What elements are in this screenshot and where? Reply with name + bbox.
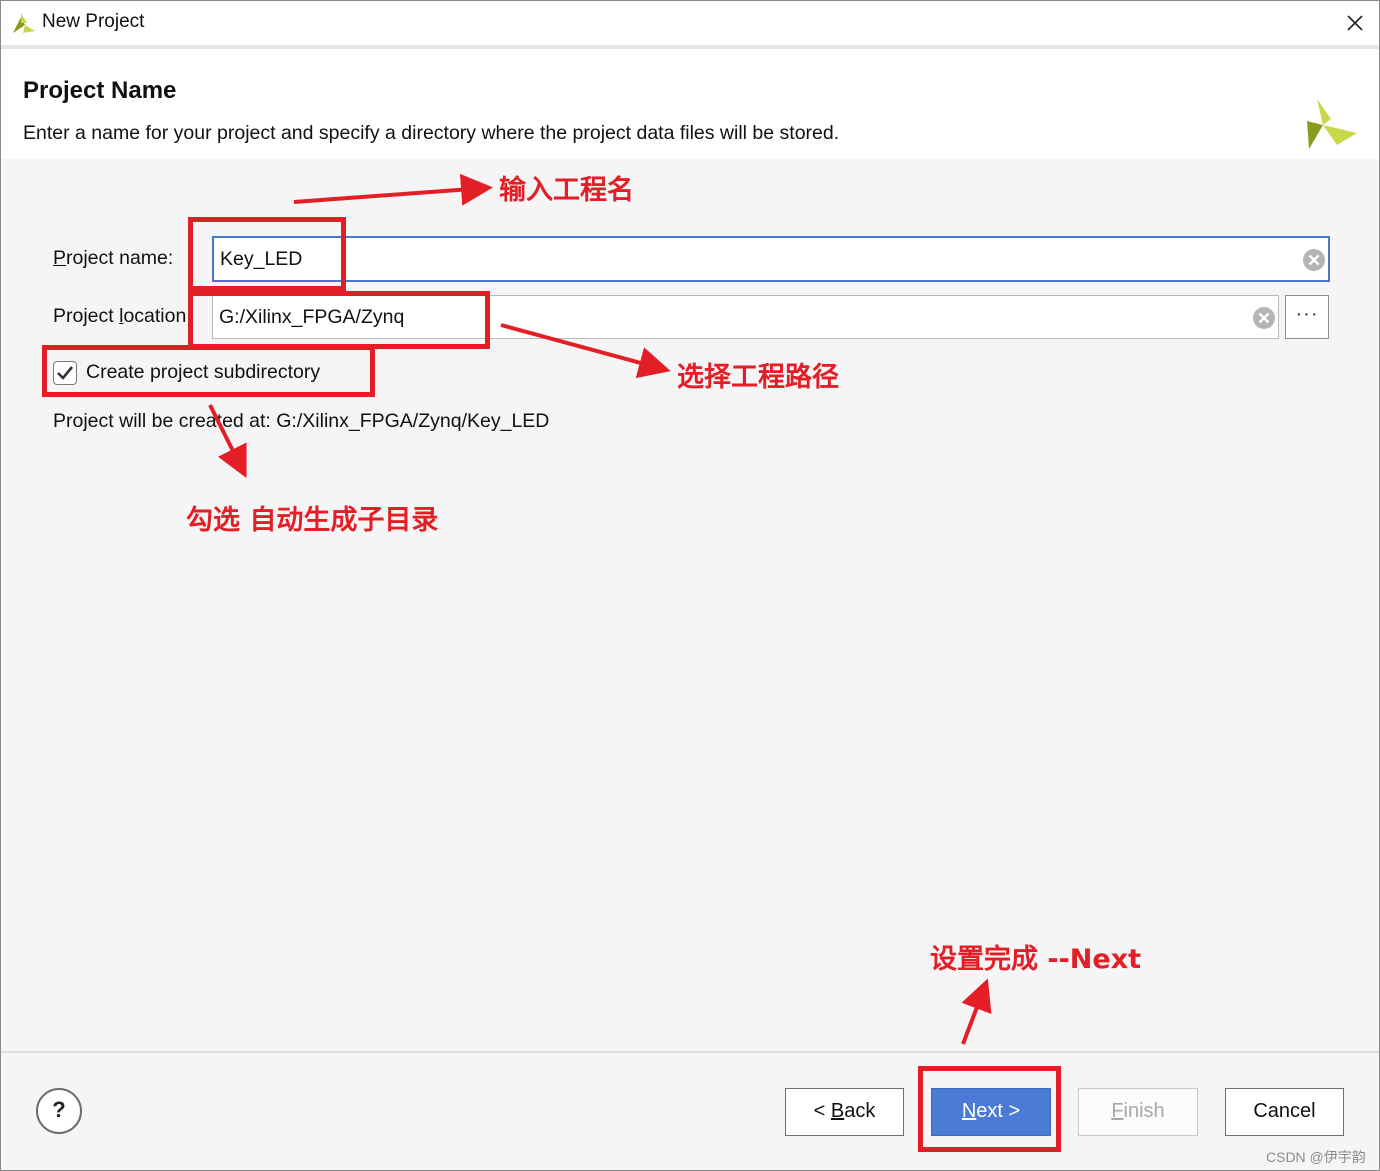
annotation-subdir-note: 勾选 自动生成子目录 — [186, 505, 439, 536]
watermark: CSDN @伊宇韵 — [1266, 1149, 1366, 1165]
arrow-to-next-button — [961, 978, 992, 1045]
arrow-to-name-note — [293, 173, 493, 206]
annotation-name-note: 输入工程名 — [499, 175, 634, 206]
arrow-to-location-note — [500, 323, 671, 379]
annotation-arrows — [208, 173, 992, 1045]
new-project-dialog: New Project Project Name Enter a name fo… — [0, 0, 1380, 1171]
annotation-location-note: 选择工程路径 — [677, 362, 839, 393]
arrow-to-subdir-note — [208, 404, 247, 479]
annotation-next-note: 设置完成 --Next — [930, 944, 1142, 975]
